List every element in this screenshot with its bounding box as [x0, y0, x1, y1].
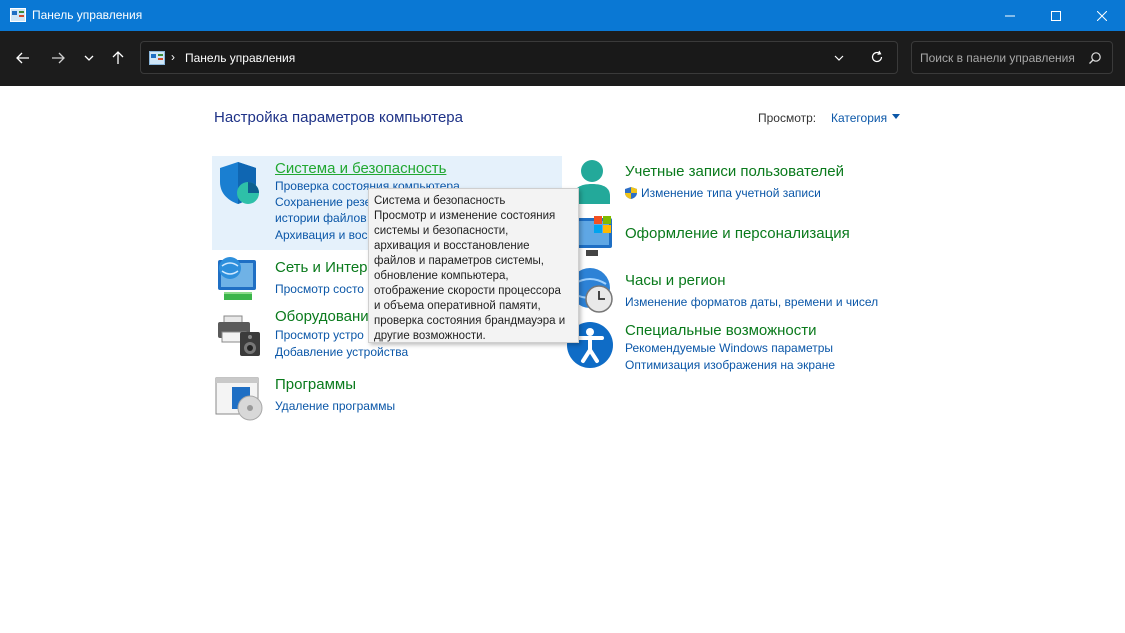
arrow-up-icon — [112, 51, 124, 64]
dropdown-arrow-icon[interactable] — [892, 114, 900, 119]
category-ease-of-access[interactable]: Специальные возможности — [625, 322, 817, 339]
category-network-internet[interactable]: Сеть и Интер — [275, 259, 368, 276]
chevron-down-icon — [84, 55, 94, 61]
tooltip-line: файлов и параметров системы, — [374, 255, 544, 267]
window-title: Панель управления — [32, 8, 143, 22]
network-globe-icon[interactable] — [214, 254, 264, 304]
navigation-bar: › Панель управления — [0, 31, 1125, 86]
category-user-accounts[interactable]: Учетные записи пользователей — [625, 163, 844, 180]
link-add-device[interactable]: Добавление устройства — [275, 345, 408, 359]
search-box[interactable] — [911, 41, 1113, 74]
tooltip-line: другие возможности. — [374, 330, 486, 342]
category-clock-region[interactable]: Часы и регион — [625, 272, 726, 289]
tooltip-line: Просмотр и изменение состояния — [374, 210, 556, 222]
back-button[interactable] — [9, 44, 37, 72]
search-input[interactable] — [920, 49, 1080, 67]
recent-locations-button[interactable] — [75, 44, 103, 72]
link-file-history-backup[interactable]: Сохранение резе — [275, 195, 371, 209]
link-recommended-settings[interactable]: Рекомендуемые Windows параметры — [625, 341, 833, 355]
breadcrumb-separator: › — [171, 50, 175, 64]
minimize-icon — [1005, 15, 1015, 16]
breadcrumb-control-panel[interactable]: Панель управления — [185, 51, 295, 65]
link-view-network-status[interactable]: Просмотр состо — [275, 282, 364, 296]
shield-icon[interactable] — [214, 158, 264, 208]
maximize-button[interactable] — [1033, 0, 1079, 31]
tooltip-line: отображение скорости процессора — [374, 285, 561, 297]
link-view-devices-printers[interactable]: Просмотр устро — [275, 328, 364, 342]
tooltip-line: системы и безопасности, — [374, 225, 509, 237]
view-by-dropdown[interactable]: Категория — [831, 111, 887, 125]
tooltip-line: обновление компьютера, — [374, 270, 509, 282]
link-backup-restore[interactable]: Архивация и вос — [275, 228, 368, 242]
close-button[interactable] — [1079, 0, 1125, 31]
minimize-button[interactable] — [987, 0, 1033, 31]
forward-button[interactable] — [44, 44, 72, 72]
category-system-security[interactable]: Система и безопасность — [275, 160, 446, 177]
control-panel-icon — [149, 51, 165, 65]
link-change-date-formats[interactable]: Изменение форматов даты, времени и чисел — [625, 295, 878, 309]
arrow-left-icon — [16, 52, 29, 64]
uac-shield-icon — [625, 187, 637, 199]
link-file-history-backup-2[interactable]: истории файлов — [275, 211, 367, 225]
address-bar[interactable]: › Панель управления — [140, 41, 898, 74]
category-programs[interactable]: Программы — [275, 376, 356, 393]
control-panel-icon — [10, 8, 26, 22]
maximize-icon — [1051, 10, 1061, 21]
search-icon[interactable] — [1088, 51, 1102, 65]
link-change-account-type[interactable]: Изменение типа учетной записи — [641, 186, 821, 200]
page-title: Настройка параметров компьютера — [214, 109, 463, 126]
category-appearance-personalization[interactable]: Оформление и персонализация — [625, 225, 850, 242]
close-icon — [1097, 10, 1107, 21]
tooltip: Система и безопасность Просмотр и измене… — [368, 188, 579, 343]
programs-icon[interactable] — [214, 374, 264, 424]
tooltip-line: архивация и восстановление — [374, 240, 530, 252]
arrow-right-icon — [52, 52, 65, 64]
tooltip-line: проверка состояния брандмауэра и — [374, 315, 566, 327]
view-label: Просмотр: — [758, 111, 817, 125]
refresh-icon[interactable] — [870, 50, 884, 64]
title-bar: Панель управления — [0, 0, 1125, 31]
category-hardware-sound[interactable]: Оборудовани — [275, 308, 369, 325]
tooltip-line: Система и безопасность — [374, 195, 506, 207]
tooltip-line: и объема оперативной памяти, — [374, 300, 541, 312]
printer-speaker-icon[interactable] — [214, 308, 264, 358]
chevron-down-icon[interactable] — [833, 51, 845, 65]
link-optimize-visual-display[interactable]: Оптимизация изображения на экране — [625, 358, 835, 372]
up-button[interactable] — [104, 44, 132, 72]
link-uninstall-program[interactable]: Удаление программы — [275, 399, 395, 413]
